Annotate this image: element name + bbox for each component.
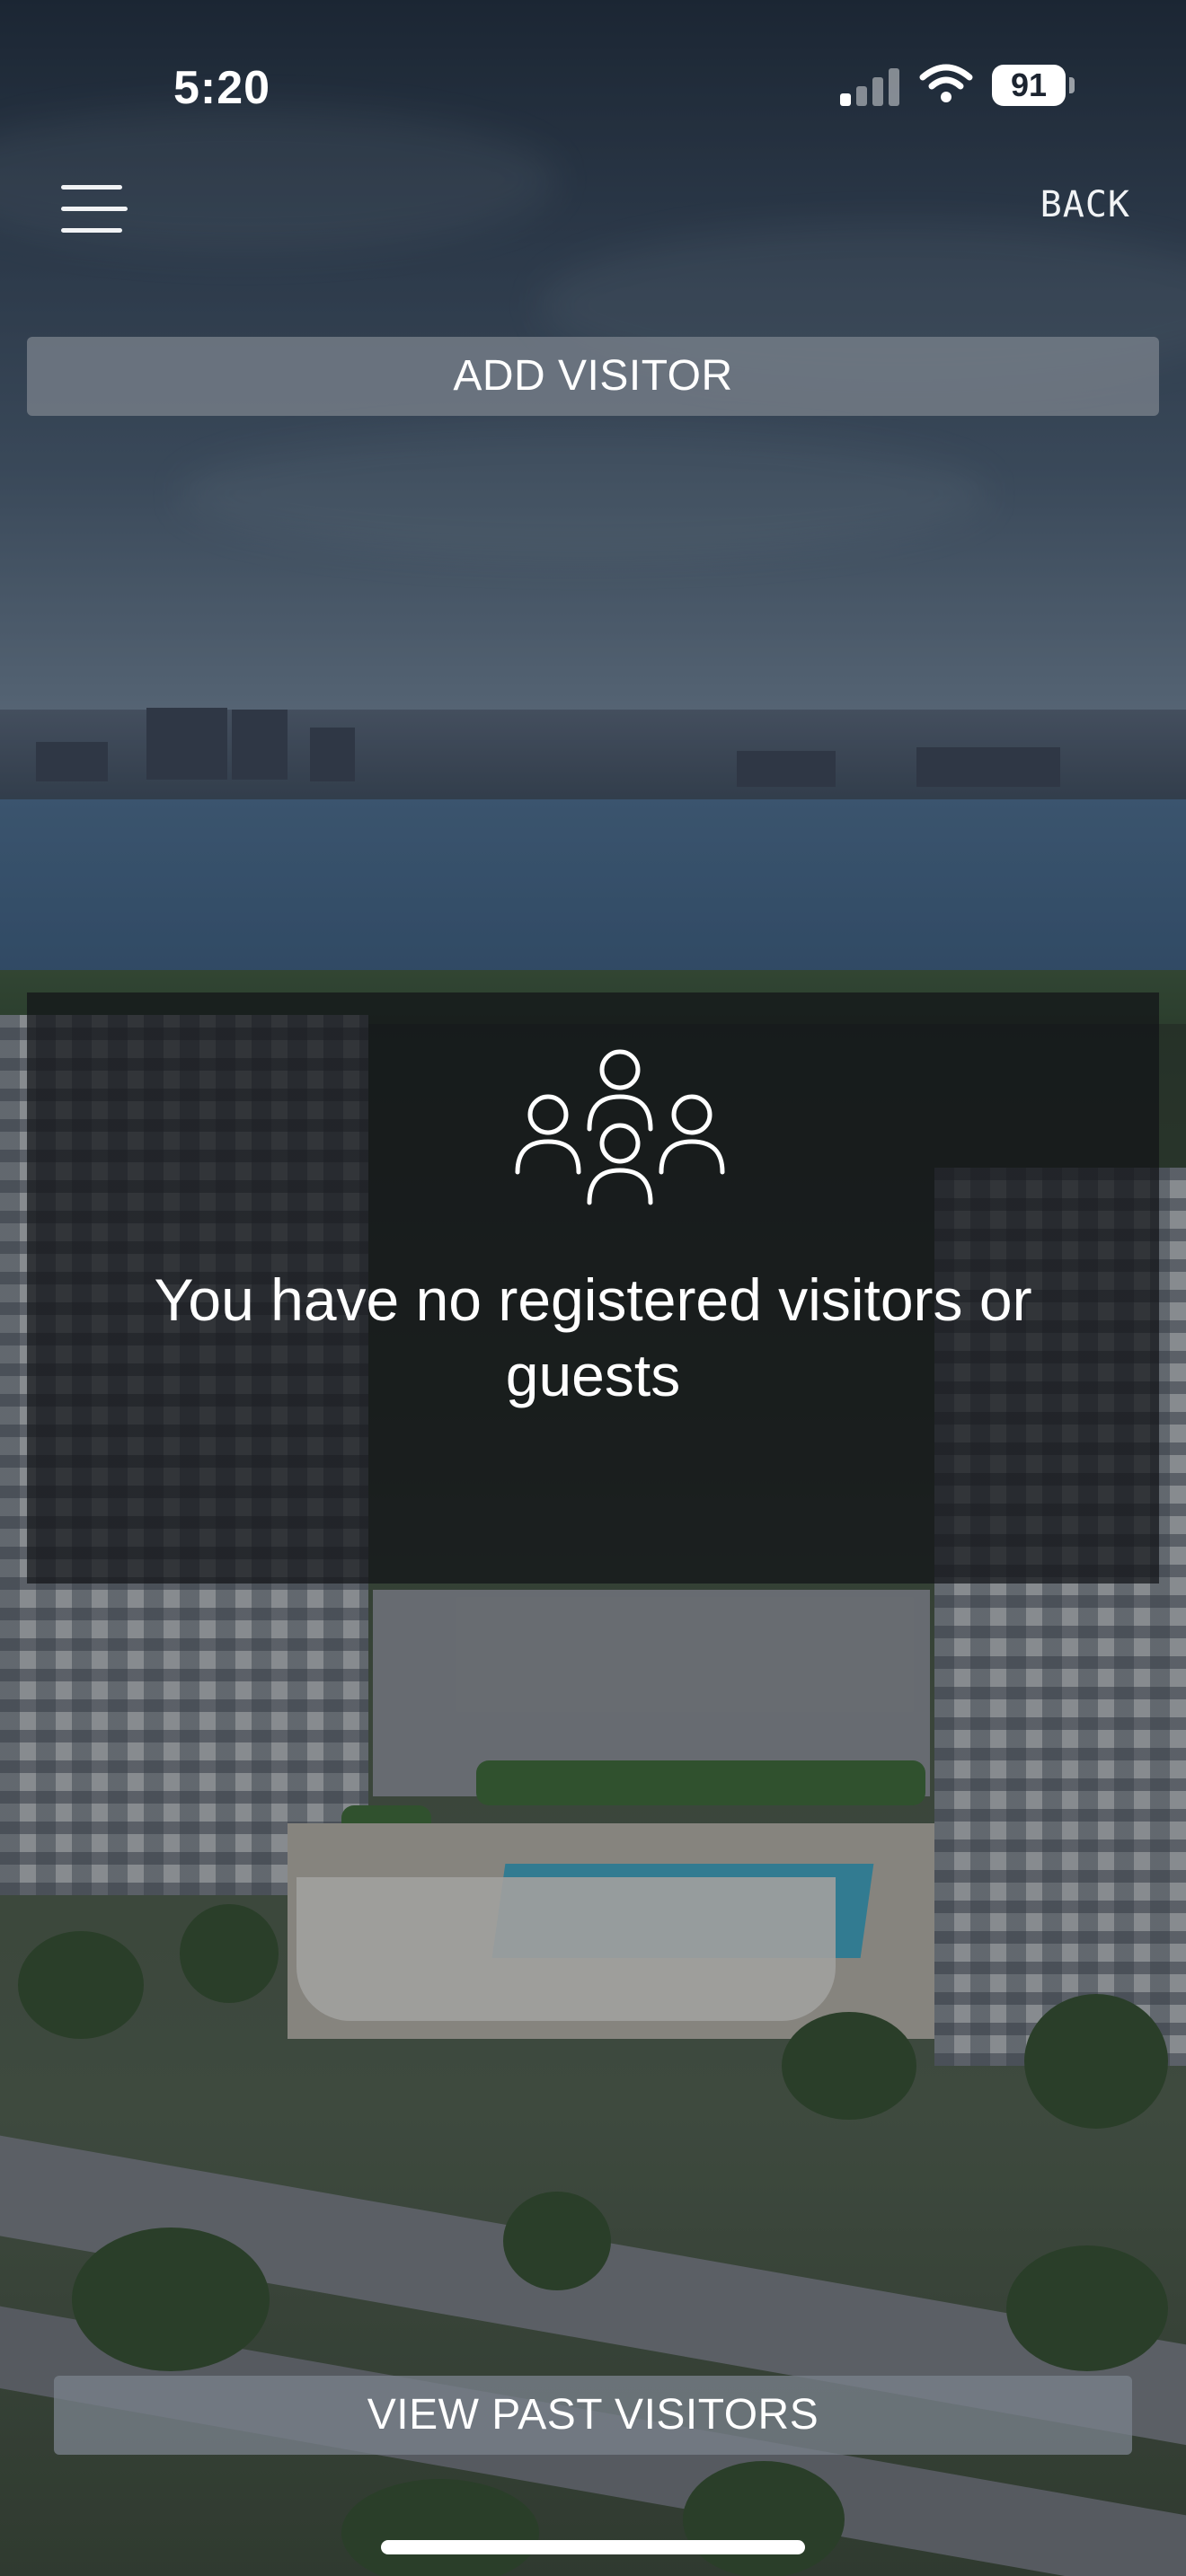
home-indicator xyxy=(381,2540,805,2554)
battery-icon: 91 xyxy=(992,65,1066,106)
status-time: 5:20 xyxy=(173,62,271,114)
add-visitor-button[interactable]: ADD VISITOR xyxy=(27,337,1159,416)
hamburger-menu-icon[interactable] xyxy=(58,180,129,237)
back-button[interactable]: BACK xyxy=(1040,184,1130,225)
view-past-visitors-button[interactable]: VIEW PAST VISITORS xyxy=(54,2376,1132,2455)
group-people-icon xyxy=(515,1049,725,1205)
battery-level: 91 xyxy=(1010,66,1048,103)
battery-nub xyxy=(1069,77,1075,93)
wifi-icon xyxy=(919,64,973,102)
empty-state-message: You have no registered visitors or guest… xyxy=(154,1266,1032,1408)
cellular-signal-icon xyxy=(840,65,903,106)
empty-state-panel: You have no registered visitors or guest… xyxy=(27,992,1159,1584)
